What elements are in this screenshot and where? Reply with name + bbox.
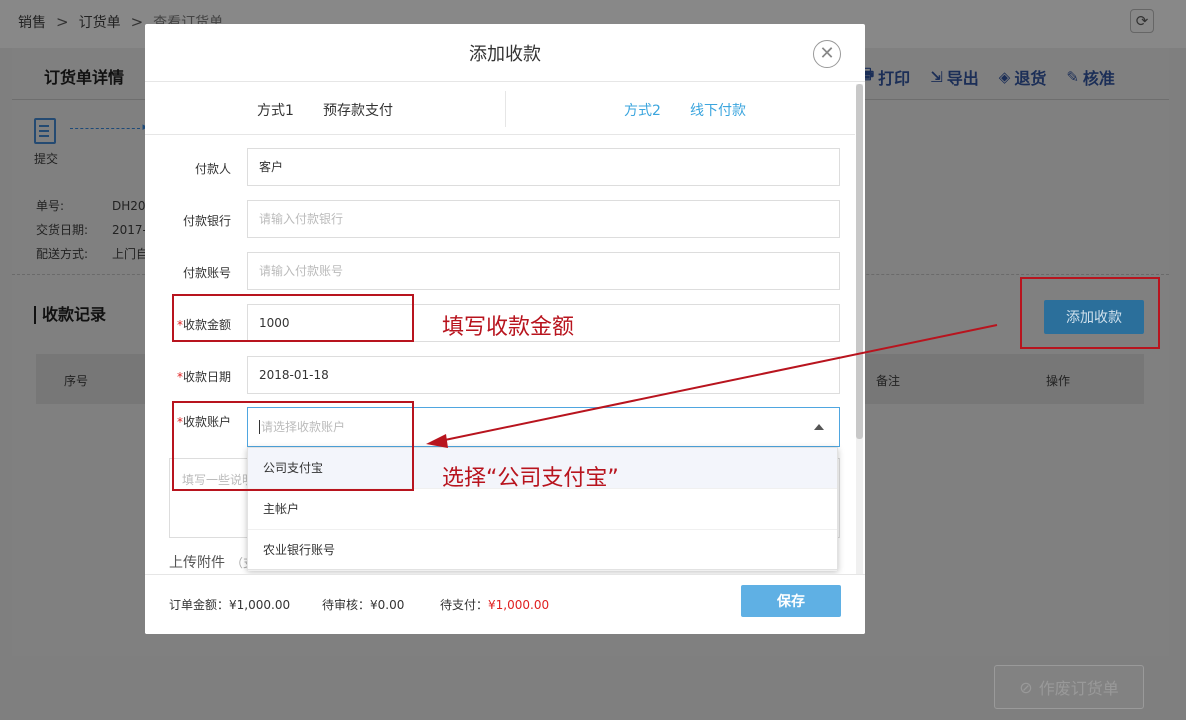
tab-method1-num[interactable]: 方式1	[257, 100, 294, 120]
modal-scrollbar[interactable]	[856, 84, 863, 574]
order-amount-value: ¥1,000.00	[229, 598, 291, 612]
annotation-amount-note: 填写收款金额	[442, 315, 575, 340]
tab-method1-label[interactable]: 预存款支付	[323, 100, 393, 120]
document-icon	[34, 118, 56, 144]
pending-review-value: ¥0.00	[370, 598, 405, 612]
order-actions: 🖶 打印 ⇲ 导出 ◈ 退货 ✎ 核准	[860, 64, 1115, 89]
scrollbar-thumb[interactable]	[856, 84, 863, 439]
date-label-text: 收款日期	[182, 370, 231, 384]
chevron-right-icon: >	[130, 13, 144, 31]
pending-pay-value: ¥1,000.00	[488, 598, 550, 612]
upload-attachment[interactable]: 上传附件 （支	[169, 552, 255, 572]
export-label: 导出	[946, 68, 979, 88]
void-order-button[interactable]: ⊘ 作废订货单	[994, 665, 1144, 709]
export-button[interactable]: ⇲ 导出	[930, 64, 979, 89]
save-button[interactable]: 保存	[741, 585, 841, 617]
return-label: 退货	[1014, 68, 1047, 88]
step-connector	[70, 120, 148, 133]
tab-method2-num[interactable]: 方式2	[624, 100, 661, 120]
breadcrumb-item-orders[interactable]: 订货单	[79, 12, 121, 32]
caret-up-icon[interactable]	[814, 424, 824, 430]
option-abc-bank-account[interactable]: 农业银行账号	[248, 530, 837, 571]
step-label: 提交	[34, 152, 59, 166]
refresh-icon[interactable]: ⟳	[1130, 9, 1154, 33]
order-amount-label: 订单金额：	[169, 598, 230, 612]
pending-pay: 待支付：¥1,000.00	[440, 596, 549, 613]
option-main-account[interactable]: 主帐户	[248, 489, 837, 530]
approve-label: 核准	[1082, 68, 1115, 88]
date-input[interactable]: 2018-01-18	[247, 356, 840, 394]
print-label: 打印	[878, 68, 911, 88]
tab-method2-label[interactable]: 线下付款	[690, 100, 746, 120]
return-icon: ◈	[998, 67, 1011, 86]
print-button[interactable]: 🖶 打印	[860, 64, 910, 89]
date-label: *收款日期	[145, 368, 231, 385]
modal-footer: 订单金额：¥1,000.00 待审核：¥0.00 待支付：¥1,000.00 保…	[145, 574, 865, 634]
info-value: 上门自	[112, 247, 149, 261]
account-row: 付款账号 请输入付款账号	[145, 252, 845, 290]
account-input[interactable]: 请输入付款账号	[247, 252, 840, 290]
section-title-payments: 收款记录	[34, 306, 106, 324]
date-row: *收款日期 2018-01-18	[145, 356, 845, 394]
info-key: 交货日期:	[36, 223, 89, 237]
pending-pay-label: 待支付：	[440, 598, 489, 612]
annotation-box-amount	[172, 294, 414, 342]
account-label: 付款账号	[182, 266, 231, 280]
order-amount: 订单金额：¥1,000.00	[169, 596, 290, 613]
info-key: 配送方式:	[36, 247, 89, 261]
approve-button[interactable]: ✎ 核准	[1066, 64, 1115, 89]
payer-label: 付款人	[194, 162, 231, 176]
payment-method-tabs: 方式1 预存款支付 方式2 线下付款	[145, 83, 855, 135]
upload-label: 上传附件	[169, 555, 225, 571]
annotation-box-receiving-account	[172, 401, 414, 491]
close-icon[interactable]: ✕	[813, 40, 841, 68]
page-title: 订货单详情	[44, 68, 125, 87]
modal-title: 添加收款	[469, 44, 541, 65]
void-order-label: 作废订货单	[1038, 679, 1119, 698]
void-icon: ⊘	[1019, 677, 1033, 697]
order-info: 单号: DH201 交货日期: 2017-1 配送方式: 上门自	[36, 194, 155, 266]
approve-icon: ✎	[1066, 67, 1079, 86]
annotation-box-add-payment	[1020, 277, 1160, 349]
tab-divider	[505, 91, 506, 127]
annotation-select-note: 选择“公司支付宝”	[442, 466, 619, 491]
chevron-right-icon: >	[56, 13, 69, 31]
payer-input[interactable]: 客户	[247, 148, 840, 186]
bank-label: 付款银行	[182, 214, 231, 228]
column-seq: 序号	[64, 374, 89, 388]
column-remark: 备注	[876, 374, 901, 388]
info-key: 单号:	[36, 199, 65, 213]
breadcrumb-item-sales[interactable]: 销售	[18, 12, 46, 32]
export-icon: ⇲	[930, 67, 943, 86]
bank-row: 付款银行 请输入付款银行	[145, 200, 845, 238]
bank-input[interactable]: 请输入付款银行	[247, 200, 840, 238]
column-ops: 操作	[1046, 374, 1071, 388]
pending-review-label: 待审核：	[322, 598, 371, 612]
step-submit: 提交	[34, 118, 58, 167]
pending-review: 待审核：¥0.00	[322, 596, 404, 613]
modal-header: 添加收款 ✕	[145, 24, 865, 82]
payer-row: 付款人 客户	[145, 148, 845, 186]
return-button[interactable]: ◈ 退货	[999, 64, 1047, 89]
